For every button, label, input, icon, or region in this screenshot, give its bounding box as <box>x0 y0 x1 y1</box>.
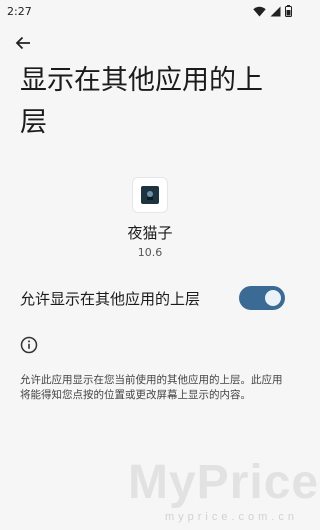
permission-label: 允许显示在其他应用的上层 <box>20 289 201 308</box>
app-icon-image <box>141 186 159 204</box>
toggle-thumb <box>265 290 281 306</box>
app-name: 夜猫子 <box>127 224 173 242</box>
watermark-logo: MyPrice <box>128 456 320 509</box>
watermark: MyPrice myprice.com.cn <box>128 455 320 525</box>
battery-icon <box>285 5 292 17</box>
permission-toggle[interactable] <box>239 286 285 310</box>
watermark-url: myprice.com.cn <box>164 511 298 523</box>
page-title: 显示在其他应用的上层 <box>20 65 263 138</box>
wifi-icon <box>253 6 266 17</box>
back-button[interactable] <box>10 32 36 58</box>
permission-description: 允许此应用显示在您当前使用的其他应用的上层。此应用将能得知您点按的位置或更改屏幕… <box>20 374 283 401</box>
status-time: 2:27 <box>7 4 32 18</box>
status-bar: 2:27 <box>0 0 300 22</box>
app-version: 10.6 <box>137 246 163 259</box>
signal-icon <box>270 6 281 17</box>
arrow-back-icon <box>15 35 31 55</box>
info-icon <box>20 336 40 356</box>
permission-row[interactable]: 允许显示在其他应用的上层 <box>0 280 300 316</box>
app-icon <box>133 178 167 212</box>
status-icons <box>253 5 292 17</box>
